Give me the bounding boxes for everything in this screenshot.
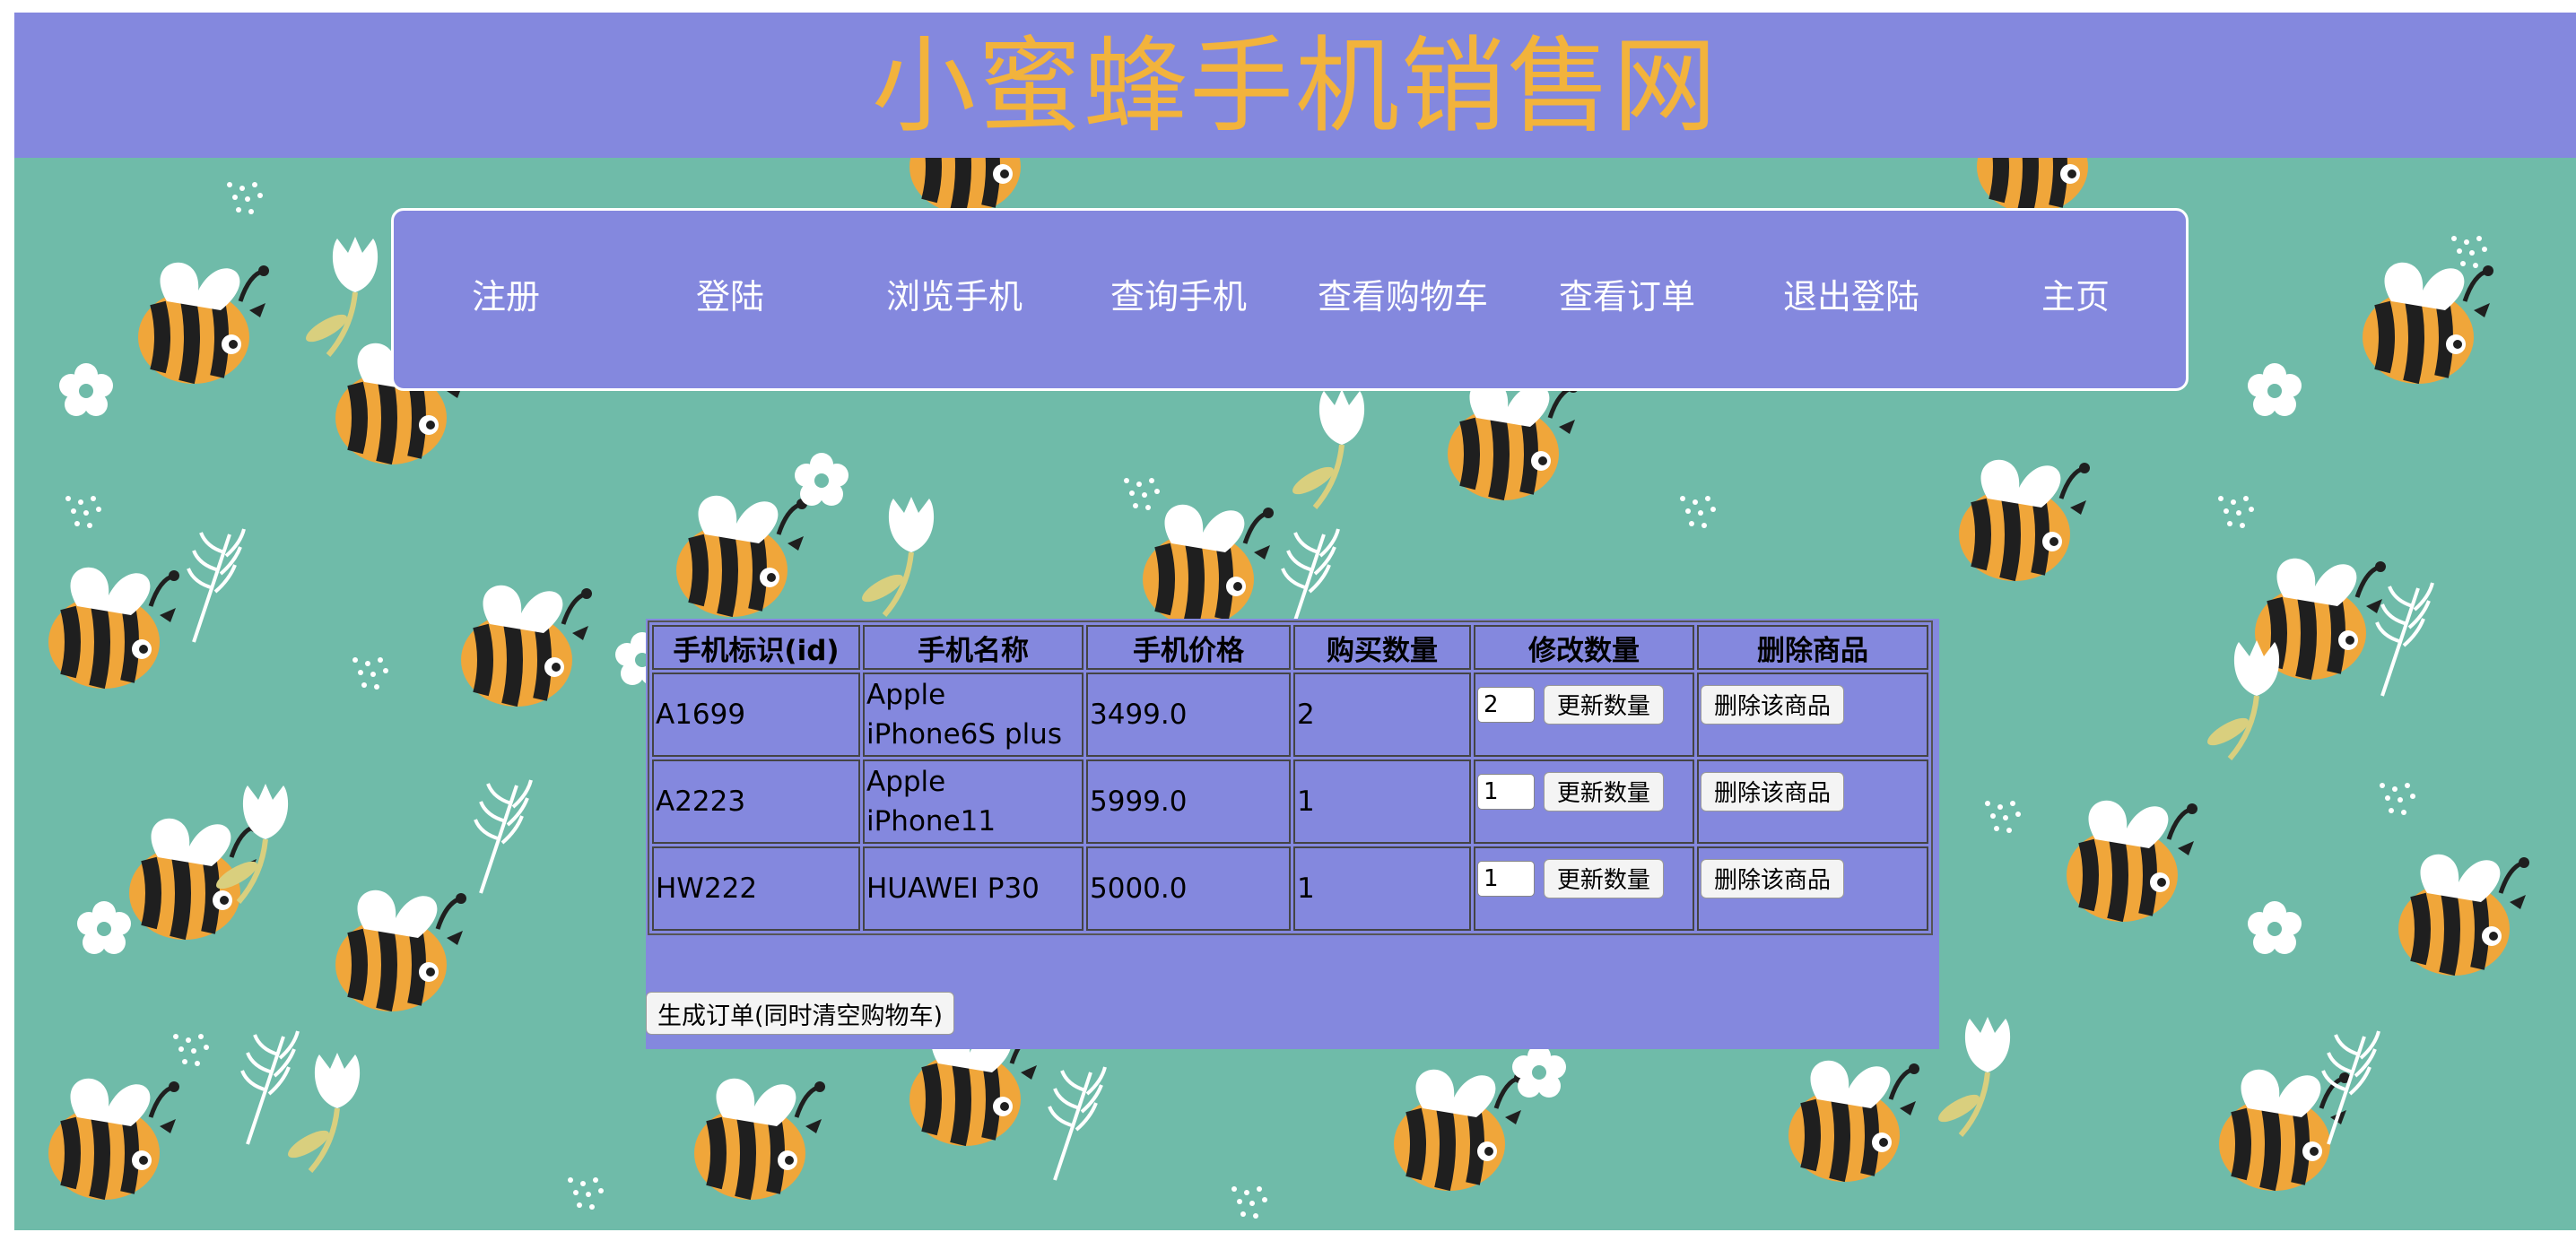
quantity-input[interactable] — [1477, 773, 1535, 810]
table-row: A2223 Apple iPhone11 5999.0 1 更新数量 删除该商品 — [652, 759, 1928, 844]
cell-delete: 删除该商品 — [1697, 759, 1928, 844]
column-header-id: 手机标识(id) — [652, 625, 860, 670]
column-header-price: 手机价格 — [1086, 625, 1291, 670]
update-quantity-button[interactable]: 更新数量 — [1543, 858, 1664, 898]
cell-name: HUAWEI P30 — [863, 846, 1083, 931]
delete-item-button[interactable]: 删除该商品 — [1701, 858, 1845, 898]
cell-name: Apple iPhone11 — [863, 759, 1083, 844]
cell-modify-quantity: 更新数量 — [1474, 759, 1694, 844]
table-row: HW222 HUAWEI P30 5000.0 1 更新数量 删除该商品 — [652, 846, 1928, 931]
update-quantity-button[interactable]: 更新数量 — [1543, 771, 1664, 811]
cell-id: A1699 — [652, 673, 860, 757]
cell-price: 5000.0 — [1086, 846, 1291, 931]
column-header-modify-quantity: 修改数量 — [1474, 625, 1694, 670]
table-row: A1699 Apple iPhone6S plus 3499.0 2 更新数量 … — [652, 673, 1928, 757]
table-header-row: 手机标识(id) 手机名称 手机价格 购买数量 修改数量 删除商品 — [652, 625, 1928, 670]
update-quantity-button[interactable]: 更新数量 — [1543, 684, 1664, 725]
cell-quantity: 1 — [1293, 846, 1471, 931]
nav-home[interactable]: 主页 — [1963, 272, 2188, 322]
column-header-name: 手机名称 — [863, 625, 1083, 670]
cell-quantity: 2 — [1293, 673, 1471, 757]
cell-quantity: 1 — [1293, 759, 1471, 844]
cell-price: 3499.0 — [1086, 673, 1291, 757]
cell-id: HW222 — [652, 846, 860, 931]
column-header-delete: 删除商品 — [1697, 625, 1928, 670]
header-banner: 小蜜蜂手机销售网 — [14, 13, 2576, 158]
nav-login[interactable]: 登陆 — [618, 272, 842, 322]
cell-name: Apple iPhone6S plus — [863, 673, 1083, 757]
cell-id: A2223 — [652, 759, 860, 844]
cell-delete: 删除该商品 — [1697, 673, 1928, 757]
cart-panel: 手机标识(id) 手机名称 手机价格 购买数量 修改数量 删除商品 A1699 … — [646, 619, 1939, 1049]
create-order-button[interactable]: 生成订单(同时清空购物车) — [646, 992, 955, 1035]
column-header-quantity: 购买数量 — [1293, 625, 1471, 670]
quantity-input[interactable] — [1477, 686, 1535, 723]
delete-item-button[interactable]: 删除该商品 — [1701, 771, 1845, 811]
cell-modify-quantity: 更新数量 — [1474, 673, 1694, 757]
nav-logout[interactable]: 退出登陆 — [1739, 272, 1963, 322]
page: 小蜜蜂手机销售网 注册 登陆 浏览手机 查询手机 查看购物车 查看订单 退出登陆… — [14, 13, 2576, 1230]
nav-view-cart[interactable]: 查看购物车 — [1291, 272, 1515, 322]
cell-price: 5999.0 — [1086, 759, 1291, 844]
cell-delete: 删除该商品 — [1697, 846, 1928, 931]
nav-browse-phones[interactable]: 浏览手机 — [842, 272, 1066, 322]
quantity-input[interactable] — [1477, 860, 1535, 897]
delete-item-button[interactable]: 删除该商品 — [1701, 684, 1845, 725]
nav-bar: 注册 登陆 浏览手机 查询手机 查看购物车 查看订单 退出登陆 主页 — [391, 208, 2189, 391]
cart-table: 手机标识(id) 手机名称 手机价格 购买数量 修改数量 删除商品 A1699 … — [648, 620, 1933, 935]
cell-modify-quantity: 更新数量 — [1474, 846, 1694, 931]
nav-view-orders[interactable]: 查看订单 — [1515, 272, 1739, 322]
nav-search-phones[interactable]: 查询手机 — [1066, 272, 1291, 322]
bee-illustration — [138, 263, 269, 384]
nav-register[interactable]: 注册 — [394, 272, 618, 322]
site-title: 小蜜蜂手机销售网 — [872, 26, 1719, 147]
